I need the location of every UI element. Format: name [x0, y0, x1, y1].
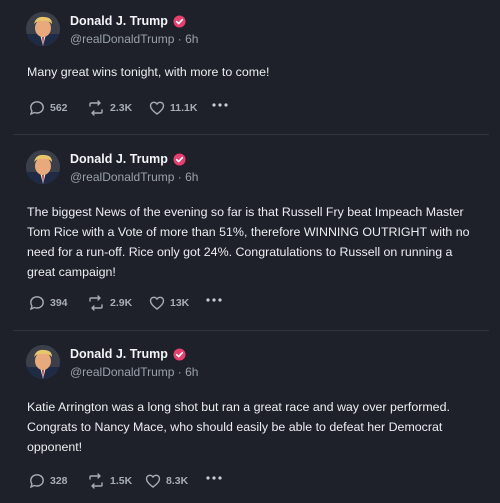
post-actions: 562 2.3K 11.1K [29, 99, 229, 117]
like-count: 13K [170, 297, 190, 309]
post[interactable]: Donald J. Trump @realDonaldTrump · 6h Th… [13, 150, 489, 320]
author-name[interactable]: Donald J. Trump [70, 347, 168, 361]
like-button[interactable]: 13K [149, 295, 205, 311]
speech-bubble-icon [29, 296, 44, 311]
author-row: Donald J. Trump [70, 150, 186, 168]
post-text: The biggest News of the evening so far i… [27, 205, 470, 279]
post-text: Katie Arrington was a long shot but ran … [27, 400, 450, 454]
avatar[interactable] [26, 150, 60, 184]
divider [13, 134, 489, 135]
author-handle-timestamp[interactable]: @realDonaldTrump · 6h [70, 170, 198, 184]
like-count: 8.3K [166, 475, 189, 487]
retruth-button[interactable]: 2.9K [87, 295, 149, 311]
retruth-count: 2.9K [110, 297, 133, 309]
ellipsis-icon [206, 476, 222, 480]
verified-badge-icon [173, 14, 186, 28]
post-actions: 328 1.5K 8.3K [29, 472, 223, 490]
avatar[interactable] [26, 345, 60, 379]
post[interactable]: Donald J. Trump @realDonaldTrump · 6h Ka… [13, 345, 489, 495]
author-row: Donald J. Trump [70, 12, 186, 30]
like-button[interactable]: 11.1K [149, 100, 211, 116]
post[interactable]: Donald J. Trump @realDonaldTrump · 6h Ma… [13, 12, 489, 124]
post-text: Many great wins tonight, with more to co… [27, 65, 270, 79]
reply-button[interactable]: 394 [29, 295, 87, 311]
verified-badge-icon [173, 152, 186, 166]
like-count: 11.1K [170, 102, 198, 114]
more-options-button[interactable] [211, 102, 229, 108]
ellipsis-icon [206, 298, 222, 302]
author-name[interactable]: Donald J. Trump [70, 14, 168, 28]
avatar[interactable] [26, 12, 60, 46]
heart-icon [149, 296, 165, 310]
ellipsis-icon [212, 103, 228, 107]
speech-bubble-icon [29, 101, 44, 116]
divider [13, 330, 489, 331]
repost-arrows-icon [89, 473, 103, 489]
retruth-count: 1.5K [110, 475, 133, 487]
reply-count: 562 [50, 102, 68, 114]
heart-icon [149, 101, 165, 115]
reply-button[interactable]: 328 [29, 473, 87, 489]
post-actions: 394 2.9K 13K [29, 294, 223, 312]
retruth-button[interactable]: 2.3K [87, 100, 149, 116]
speech-bubble-icon [29, 474, 44, 489]
retruth-count: 2.3K [110, 102, 133, 114]
reply-count: 394 [50, 297, 68, 309]
more-options-button[interactable] [205, 475, 223, 481]
author-handle-timestamp[interactable]: @realDonaldTrump · 6h [70, 32, 198, 46]
author-row: Donald J. Trump [70, 345, 186, 363]
reply-button[interactable]: 562 [29, 100, 87, 116]
heart-icon [145, 474, 161, 488]
more-options-button[interactable] [205, 297, 223, 303]
verified-badge-icon [173, 347, 186, 361]
author-name[interactable]: Donald J. Trump [70, 152, 168, 166]
retruth-button[interactable]: 1.5K [87, 473, 145, 489]
repost-arrows-icon [89, 100, 103, 116]
reply-count: 328 [50, 475, 68, 487]
like-button[interactable]: 8.3K [145, 473, 205, 489]
author-handle-timestamp[interactable]: @realDonaldTrump · 6h [70, 365, 198, 379]
repost-arrows-icon [89, 295, 103, 311]
